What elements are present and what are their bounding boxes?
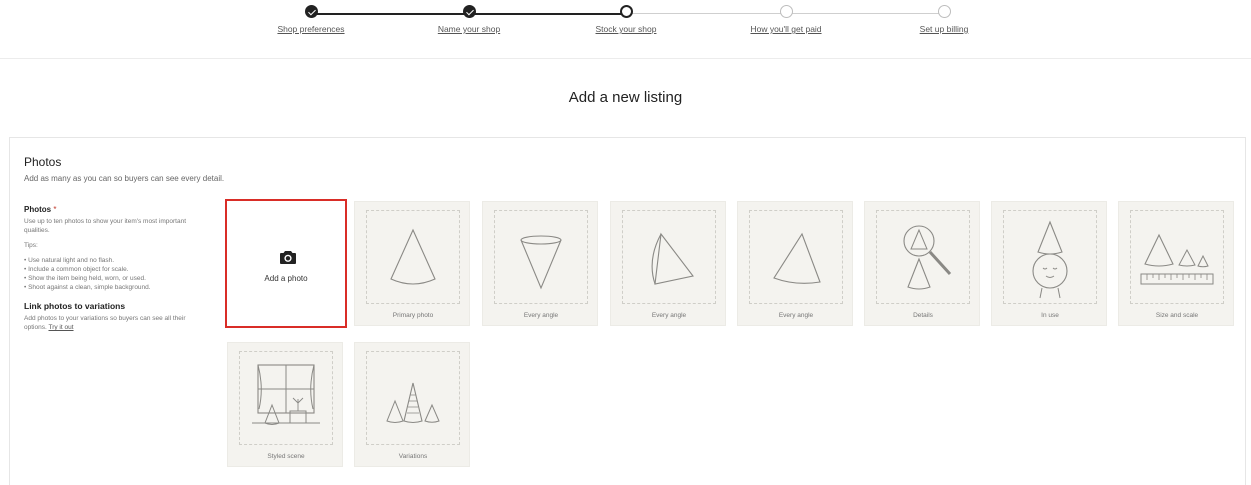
current-step-icon — [619, 5, 633, 18]
slot-label: Primary photo — [392, 312, 434, 319]
tip-item: Show the item being held, worn, or used. — [24, 274, 209, 283]
step-stock-your-shop[interactable]: Stock your shop — [566, 5, 686, 34]
slot-label: Every angle — [651, 312, 687, 319]
photo-slot-every-angle-3[interactable]: Every angle — [737, 201, 853, 326]
photos-heading: Photos * — [24, 205, 209, 214]
tip-item: Include a common object for scale. — [24, 265, 209, 274]
tips-label: Tips: — [24, 242, 38, 249]
slot-label: Styled scene — [267, 453, 305, 460]
photo-slot-variations[interactable]: Variations — [354, 342, 470, 467]
step-label[interactable]: How you'll get paid — [726, 24, 846, 34]
step-how-youll-get-paid[interactable]: How you'll get paid — [726, 5, 846, 34]
page-title: Add a new listing — [568, 89, 683, 106]
pending-step-icon — [779, 5, 793, 18]
try-it-out-link[interactable]: Try it out — [48, 324, 73, 331]
check-icon — [462, 5, 476, 18]
photos-help: Photos * Use up to ten photos to show yo… — [24, 205, 209, 338]
camera-icon — [280, 251, 296, 264]
tip-item: Shoot against a clean, simple background… — [24, 283, 209, 292]
add-photo-button[interactable]: Add a photo — [225, 199, 347, 328]
photos-heading-text: Photos — [24, 205, 52, 214]
step-label[interactable]: Shop preferences — [251, 24, 371, 34]
variations-text: Add photos to your variations so buyers … — [24, 314, 209, 332]
photos-intro: Use up to ten photos to show your item's… — [24, 218, 187, 234]
step-name-your-shop[interactable]: Name your shop — [409, 5, 529, 34]
photo-slot-size-and-scale[interactable]: Size and scale — [1118, 201, 1234, 326]
photo-slot-primary[interactable]: Primary photo — [354, 201, 470, 326]
slot-label: Details — [913, 312, 933, 319]
step-label[interactable]: Set up billing — [884, 24, 1004, 34]
progress-stepper: Shop preferences Name your shop Stock yo… — [0, 0, 1251, 59]
step-label[interactable]: Stock your shop — [566, 24, 686, 34]
ruler-icon — [1140, 233, 1214, 285]
section-subtitle: Add as many as you can so buyers can see… — [24, 174, 225, 183]
pending-step-icon — [937, 5, 951, 18]
slot-label: Every angle — [778, 312, 814, 319]
window-scene-icon — [252, 364, 320, 425]
slot-label: Every angle — [523, 312, 559, 319]
photo-slot-every-angle-1[interactable]: Every angle — [482, 201, 598, 326]
step-set-up-billing[interactable]: Set up billing — [884, 5, 1004, 34]
section-title: Photos — [24, 155, 62, 169]
slot-label: In use — [1041, 312, 1059, 319]
magnifier-icon — [903, 225, 952, 290]
photo-slot-every-angle-2[interactable]: Every angle — [610, 201, 726, 326]
tip-item: Use natural light and no flash. — [24, 256, 209, 265]
photo-slot-details[interactable]: Details — [864, 201, 980, 326]
add-photo-label: Add a photo — [264, 274, 308, 283]
character-icon — [1032, 220, 1068, 299]
cones-group-icon — [386, 382, 440, 424]
required-mark: * — [53, 205, 57, 214]
photo-slot-in-use[interactable]: In use — [991, 201, 1107, 326]
cone-icon — [390, 228, 436, 285]
cone-tilted-icon — [651, 232, 694, 285]
tips-list: Use natural light and no flash. Include … — [24, 256, 209, 292]
variations-heading: Link photos to variations — [24, 301, 126, 311]
check-icon — [304, 5, 318, 18]
photo-slot-styled-scene[interactable]: Styled scene — [227, 342, 343, 467]
slot-label: Variations — [398, 453, 428, 460]
cone-side-icon — [773, 232, 821, 284]
cone-inverted-icon — [520, 235, 562, 290]
step-shop-preferences[interactable]: Shop preferences — [251, 5, 371, 34]
step-label[interactable]: Name your shop — [409, 24, 529, 34]
slot-label: Size and scale — [1155, 312, 1199, 319]
